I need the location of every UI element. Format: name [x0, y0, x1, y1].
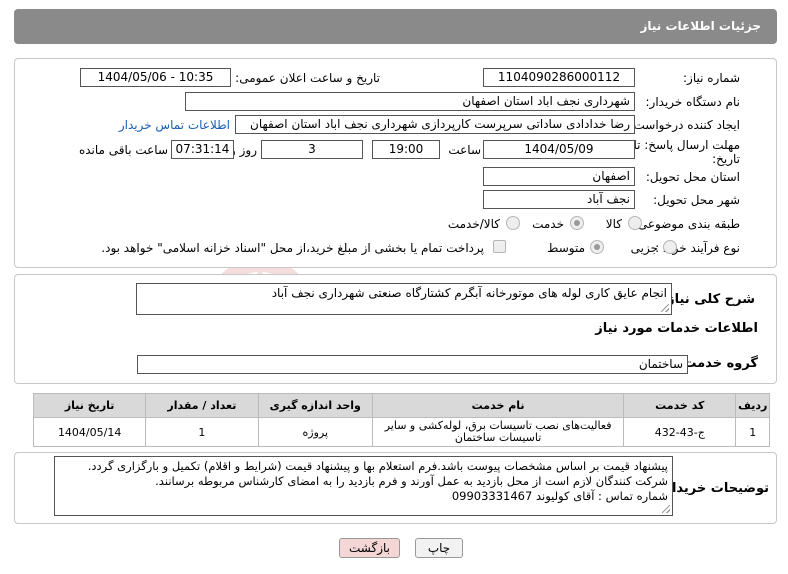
creator-field: رضا خدادادی ساداتی سرپرست کارپردازی شهرد… [235, 115, 635, 134]
category-option-goods: کالا [605, 217, 622, 231]
process-radio-medium[interactable] [590, 240, 604, 254]
col-quantity: تعداد / مقدار [145, 393, 259, 418]
resize-handle[interactable] [662, 505, 670, 513]
need-number-label: شماره نیاز: [683, 71, 740, 85]
category-option-goods-service: کالا/خدمت [447, 217, 500, 231]
treasury-checkbox[interactable] [493, 240, 506, 253]
back-button[interactable]: بازگشت [339, 538, 400, 558]
print-button[interactable]: چاپ [415, 538, 463, 558]
category-option-service: خدمت [532, 217, 564, 231]
announce-date-label: تاریخ و ساعت اعلان عمومی: [235, 71, 380, 85]
province-field: اصفهان [483, 167, 635, 186]
summary-text: انجام عایق کاری لوله های موتورخانه آبگرم… [271, 286, 667, 300]
col-service-code: کد خدمت [623, 393, 737, 418]
services-section-title: اطلاعات خدمات مورد نیاز [595, 321, 758, 336]
col-unit: واحد اندازه گیری [257, 393, 374, 418]
services-table: ردیف کد خدمت نام خدمت واحد اندازه گیری ت… [32, 393, 770, 447]
deadline-time-field: 19:00 [372, 140, 440, 159]
buyer-notes-field: پیشنهاد قیمت بر اساس مشخصات پیوست باشد.ف… [54, 456, 673, 516]
summary-field: انجام عایق کاری لوله های موتورخانه آبگرم… [136, 283, 672, 315]
deadline-label: مهلت ارسال پاسخ: تا [633, 138, 740, 152]
col-service-name: نام خدمت [371, 393, 625, 418]
resize-handle[interactable] [661, 304, 669, 312]
province-label: استان محل تحویل: [645, 170, 740, 184]
cell-unit: پروژه [257, 417, 374, 447]
col-need-date: تاریخ نیاز [32, 393, 147, 418]
category-label: طبقه بندی موضوعی: [633, 217, 740, 231]
table-row: 1 ج-43-432 فعالیت‌های نصب تاسیسات برق، ل… [32, 417, 770, 447]
need-info-panel [14, 58, 777, 268]
announce-date-field: 1404/05/06 - 10:35 [80, 68, 231, 87]
cell-row: 1 [735, 417, 770, 447]
cell-quantity: 1 [145, 417, 259, 447]
process-option-minor: جزیی [630, 241, 658, 255]
service-group-field: ساختمان [137, 355, 688, 374]
remaining-days-label: روز و [230, 143, 257, 157]
creator-label: ایجاد کننده درخواست: [629, 118, 740, 132]
buyer-notes-line-3: شماره تماس : آقای کولیوند 09903331467 [451, 489, 668, 503]
remaining-time-field: 07:31:14 [171, 140, 234, 159]
process-radio-minor[interactable] [663, 240, 677, 254]
remaining-time-label: ساعت باقی مانده [78, 143, 168, 157]
cell-need-date: 1404/05/14 [32, 417, 147, 447]
cell-service-name: فعالیت‌های نصب تاسیسات برق، لوله‌کشی و س… [371, 417, 625, 447]
service-group-label: گروه خدمت: [678, 356, 758, 371]
city-label: شهر محل تحویل: [653, 193, 740, 207]
summary-label: شرح کلی نیاز: [661, 292, 755, 307]
table-header-row: ردیف کد خدمت نام خدمت واحد اندازه گیری ت… [32, 393, 770, 418]
category-radio-goods-service[interactable] [506, 216, 520, 230]
deadline-date-field: 1404/05/09 [483, 140, 635, 159]
buyer-org-label: نام دستگاه خریدار: [645, 95, 741, 109]
deadline-time-label: ساعت [448, 143, 481, 157]
cell-service-code: ج-43-432 [623, 417, 737, 447]
category-radio-goods[interactable] [628, 216, 642, 230]
deadline-label-date: تاریخ: [712, 152, 740, 166]
category-radio-service[interactable] [570, 216, 584, 230]
buyer-notes-line-2: شرکت کنندگان لازم است از محل بازدید به ع… [155, 474, 668, 488]
buyer-contact-link[interactable]: اطلاعات تماس خریدار [119, 118, 230, 132]
buyer-notes-label: توضیحات خریدار: [659, 481, 769, 496]
need-number-field: 1104090286000112 [483, 68, 635, 87]
buyer-org-field: شهرداری نجف اباد استان اصفهان [185, 92, 635, 111]
city-field: نجف آباد [483, 190, 635, 209]
payment-note: پرداخت تمام یا بخشی از مبلغ خرید،از محل … [101, 241, 484, 255]
page-title: جزئیات اطلاعات نیاز [14, 9, 777, 44]
buyer-notes-line-1: پیشنهاد قیمت بر اساس مشخصات پیوست باشد.ف… [87, 459, 668, 473]
col-row: ردیف [735, 393, 770, 418]
process-option-medium: متوسط [547, 241, 585, 255]
remaining-days-field: 3 [261, 140, 363, 159]
